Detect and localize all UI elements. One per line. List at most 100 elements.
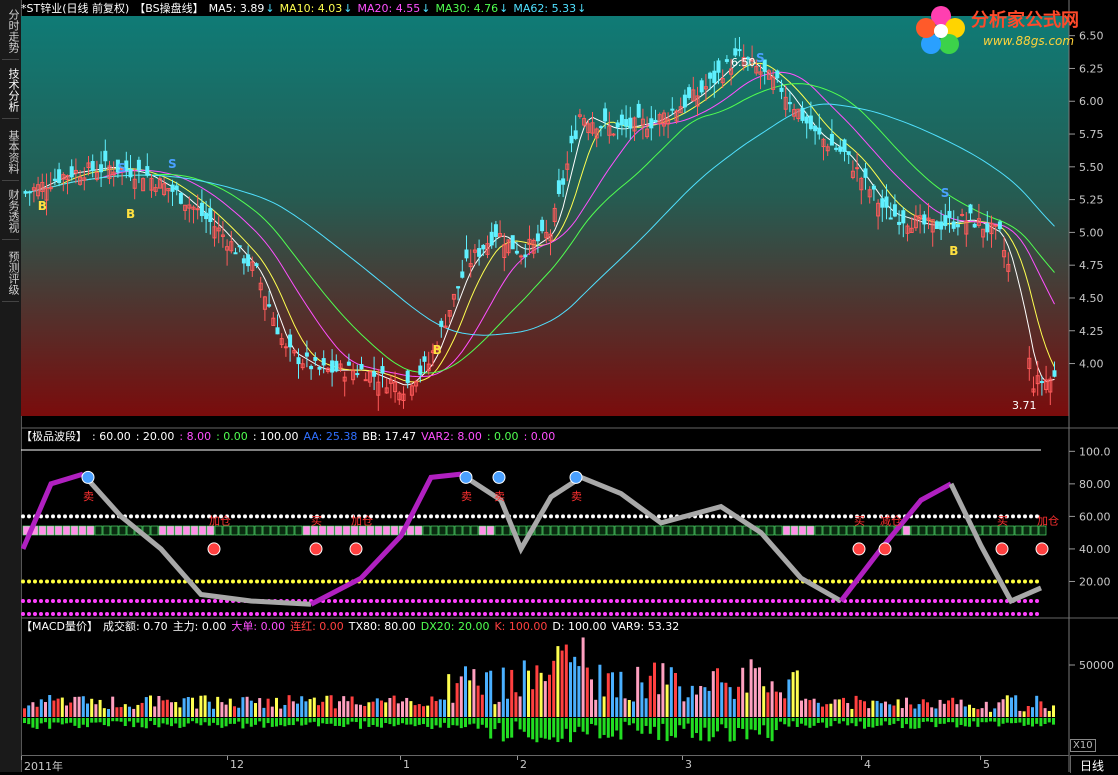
chart-canvas[interactable]: BSBSBSSB6.503.71 6.506.256.005.755.505.2… <box>20 0 1118 772</box>
tab-0[interactable]: 分时走势 <box>2 3 20 60</box>
dot-line <box>933 612 937 616</box>
band-cell <box>254 525 263 536</box>
volume-bar <box>1035 695 1039 717</box>
dot-line <box>729 612 733 616</box>
high-label: 6.50 <box>731 56 756 69</box>
dot-line <box>831 612 835 616</box>
dot-line <box>75 598 79 603</box>
zoom-x10-button[interactable]: X10 <box>1070 739 1096 752</box>
dot-line <box>1035 598 1039 603</box>
dot-line <box>417 579 421 584</box>
dot-line <box>831 579 835 584</box>
dot-line <box>843 579 847 584</box>
dot-line <box>21 612 25 616</box>
dot-line <box>315 612 319 616</box>
macd-bar <box>233 718 236 724</box>
sell-signal: S <box>118 161 127 175</box>
dot-line <box>993 598 997 603</box>
header-value: : 100.00 <box>252 430 299 443</box>
band-cell <box>70 525 79 536</box>
volume-bar <box>863 701 866 717</box>
tab-2[interactable]: 基本资料 <box>2 124 20 181</box>
candle-body <box>628 117 633 129</box>
volume-bar <box>325 695 329 717</box>
tab-1[interactable]: 技术分析 <box>2 62 20 119</box>
dot-line <box>189 598 193 603</box>
dot-line <box>651 579 655 584</box>
candle-body <box>540 219 545 232</box>
volume-bar <box>468 680 472 717</box>
dot-line <box>201 579 205 584</box>
band-cell <box>454 525 463 536</box>
volume-bar <box>149 695 152 717</box>
logo-url[interactable]: www.88gs.com <box>983 34 1074 48</box>
volume-bar <box>23 708 26 717</box>
dot-line <box>639 612 643 616</box>
band-cell <box>646 525 655 536</box>
volume-bar <box>980 708 984 717</box>
candle-body <box>481 244 486 250</box>
dot-line <box>213 579 217 584</box>
dot-line <box>531 612 535 616</box>
dot-line <box>1023 579 1027 584</box>
candle-body <box>808 115 813 130</box>
candle-body <box>372 371 377 377</box>
dot-line <box>255 579 259 584</box>
candle-body <box>464 249 469 259</box>
dot-line <box>573 598 577 603</box>
volume-bar <box>640 682 644 717</box>
dot-line <box>495 514 499 519</box>
band-cell <box>78 525 87 536</box>
macd-bar <box>749 718 753 730</box>
volume-bar <box>1010 697 1013 717</box>
buy-ball-icon <box>309 542 323 556</box>
band-cell <box>702 525 711 536</box>
candle-body <box>943 215 948 227</box>
volume-bar <box>615 697 619 717</box>
dot-line <box>873 598 877 603</box>
macd-bar <box>644 718 648 726</box>
dot-line <box>945 598 949 603</box>
dot-line <box>495 579 499 584</box>
date-tick <box>21 756 22 760</box>
volume-bar <box>581 637 585 717</box>
ind-label: 60.00 <box>1079 510 1111 523</box>
dot-line <box>1011 612 1015 616</box>
dot-line <box>399 514 403 519</box>
dot-line <box>1029 598 1033 603</box>
volume-bar <box>619 671 623 717</box>
band-cell <box>934 525 943 536</box>
candle-body <box>922 214 927 225</box>
dot-line <box>171 612 175 616</box>
dot-line <box>585 579 589 584</box>
dot-line <box>129 598 133 603</box>
dot-line <box>585 598 589 603</box>
dot-line <box>777 598 781 603</box>
macd-bar <box>308 718 312 723</box>
tab-3[interactable]: 财务透视 <box>2 183 20 240</box>
dot-line <box>537 612 541 616</box>
dot-line <box>711 612 715 616</box>
candle-body <box>477 248 482 257</box>
dot-line <box>333 612 337 616</box>
period-selector[interactable]: 日线 <box>1070 755 1118 773</box>
dot-line <box>813 598 817 603</box>
dot-line <box>777 514 781 519</box>
dot-line <box>549 598 553 603</box>
volume-bar <box>703 687 707 717</box>
dot-line <box>663 612 667 616</box>
dot-line <box>339 598 343 603</box>
kline-chart[interactable]: B S B S B S S B 6.50 3.71 6.50 6.25 6.00 5.75 5.50 5.2… <box>20 0 1118 772</box>
macd-bar <box>892 718 896 724</box>
volume-bar <box>556 646 560 717</box>
volume-bar <box>695 694 698 717</box>
candle-body <box>52 178 57 182</box>
macd-bar <box>808 718 812 728</box>
tab-4[interactable]: 预测评级 <box>2 245 20 302</box>
dot-line <box>279 579 283 584</box>
dot-line <box>579 514 583 519</box>
dot-line <box>903 579 907 584</box>
dot-line <box>975 579 979 584</box>
dot-line <box>915 579 919 584</box>
volume-bar <box>136 704 140 717</box>
